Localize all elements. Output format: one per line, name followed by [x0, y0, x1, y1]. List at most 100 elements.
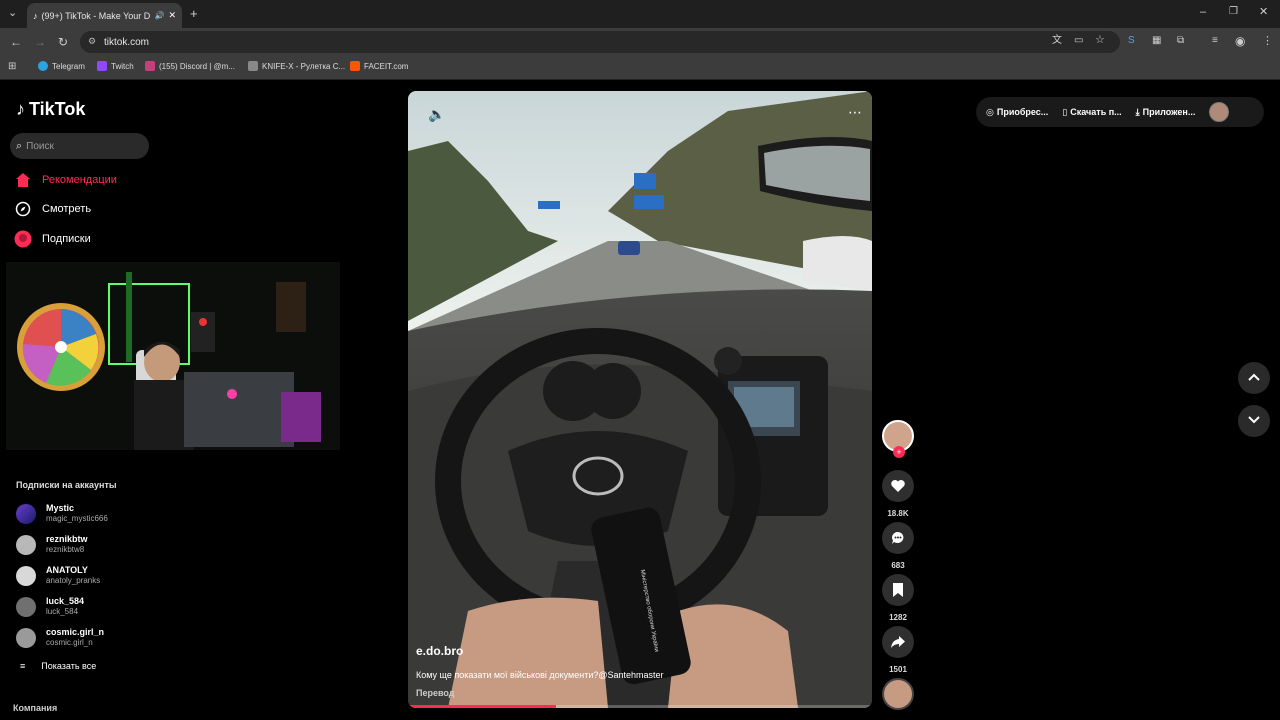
avatar: [16, 503, 36, 524]
like-count: 18.8K: [887, 509, 909, 518]
comment-count: 683: [891, 561, 905, 570]
extensions-puzzle-icon[interactable]: ⧉: [1177, 36, 1184, 46]
music-disc-icon: [882, 678, 914, 710]
comment-button[interactable]: 683: [882, 522, 914, 570]
account-item[interactable]: Mystic magic_mystic666: [16, 503, 108, 524]
chevron-up-icon: [1247, 369, 1261, 387]
avatar: [16, 627, 36, 648]
translate-link[interactable]: Перевод: [416, 688, 454, 698]
company-link[interactable]: Компания: [13, 703, 57, 713]
comment-icon: [882, 522, 914, 554]
account-item[interactable]: reznikbtw reznikbtw8: [16, 534, 88, 555]
reading-list-icon[interactable]: ≡: [1212, 36, 1218, 46]
save-button[interactable]: 1282: [882, 574, 914, 622]
sound-avatar[interactable]: [882, 678, 914, 710]
address-bar: ← → ↻ ⚙ tiktok.com 文 ▭ ☆ S ▦ ⧉ ≡ ◉ ⋮: [0, 28, 1280, 56]
download-icon: ⤓: [1135, 106, 1140, 117]
following-accounts-title: Подписки на аккаунты: [16, 480, 117, 490]
bookmark-telegram[interactable]: Telegram: [38, 61, 85, 71]
video-caption: Кому ще показати мої військові документи…: [416, 670, 664, 680]
share-button[interactable]: 1501: [882, 626, 914, 674]
tab-close-icon[interactable]: ✕: [168, 10, 182, 21]
mute-icon: 🔈: [428, 107, 445, 123]
apps-grid-icon[interactable]: ⊞: [8, 62, 16, 72]
show-all-button[interactable]: ≡ Показать все: [20, 661, 96, 671]
telegram-icon: [38, 61, 48, 71]
bookmark-knifex[interactable]: KNIFE-X - Рулетка С...: [248, 61, 345, 71]
avatar: [16, 596, 36, 617]
new-tab-icon[interactable]: +: [190, 7, 198, 20]
avatar: [16, 534, 36, 555]
like-button[interactable]: 18.8K: [882, 470, 914, 518]
window-close-icon[interactable]: ✕: [1259, 7, 1268, 18]
twitch-icon: [97, 61, 107, 71]
video-progress-fill: [408, 705, 557, 708]
bookmarks-bar: ⊞ Telegram Twitch (155) Discord | @m... …: [0, 56, 1280, 80]
account-item[interactable]: cosmic.girl_n cosmic.girl_n: [16, 627, 104, 648]
creator-avatar[interactable]: +: [882, 420, 914, 458]
cast-icon[interactable]: ▭: [1074, 36, 1083, 46]
next-video-button[interactable]: [1238, 405, 1270, 437]
account-item[interactable]: luck_584 luck_584: [16, 596, 84, 617]
follow-plus-icon[interactable]: +: [893, 446, 905, 458]
minimize-icon[interactable]: –: [1200, 7, 1206, 18]
url-text: tiktok.com: [104, 36, 150, 48]
tiktok-note-icon: ♪: [16, 99, 25, 119]
knifex-icon: [248, 61, 258, 71]
faceit-icon: [350, 61, 360, 71]
tiktok-page: ♪ TikTok ⌕ Поиск Рекомендации Смотреть П…: [0, 81, 1280, 720]
account-item[interactable]: ANATOLY anatoly_pranks: [16, 565, 100, 586]
restore-icon[interactable]: ❐: [1229, 7, 1238, 17]
share-count: 1501: [889, 665, 907, 674]
back-icon[interactable]: ←: [10, 36, 22, 48]
bookmark-twitch[interactable]: Twitch: [97, 61, 134, 71]
avatar: [16, 565, 36, 586]
bookmark-icon: [882, 574, 914, 606]
bookmark-faceit[interactable]: FACEIT.com: [350, 61, 408, 71]
profile-avatar[interactable]: [1209, 102, 1230, 122]
phone-icon: ▯: [1062, 106, 1068, 117]
following-avatar-icon: [14, 230, 32, 248]
compass-icon: [14, 200, 32, 218]
tiktok-logo[interactable]: ♪ TikTok: [16, 99, 85, 120]
video-frame: Міністерство оборони України 🔈 ⋯: [408, 91, 872, 708]
heart-icon: [882, 470, 914, 502]
buy-coins-button[interactable]: ◎ Приобрес...: [986, 107, 1048, 118]
coin-icon: ◎: [986, 106, 994, 117]
chevron-down-icon: [1247, 412, 1261, 430]
video-author[interactable]: e.do.bro: [416, 644, 463, 658]
forward-icon[interactable]: →: [34, 36, 46, 48]
nav-following[interactable]: Подписки: [14, 230, 91, 248]
bookmark-discord[interactable]: (155) Discord | @m...: [145, 61, 235, 71]
browser-tab-bar: ⌄ ♪ (99+) TikTok - Make Your Da 🔊 ✕ + – …: [0, 0, 1280, 28]
reload-icon[interactable]: ↻: [58, 36, 68, 48]
download-app-button[interactable]: ▯ Скачать п...: [1062, 107, 1121, 118]
extension-box-icon[interactable]: ▦: [1152, 36, 1161, 46]
menu-dots-icon[interactable]: ⋮: [1262, 36, 1273, 47]
video-player[interactable]: Міністерство оборони України 🔈 ⋯ e.do.br…: [408, 91, 872, 708]
app-button[interactable]: ⤓ Приложен...: [1136, 107, 1196, 118]
top-actions-bar: ◎ Приобрес... ▯ Скачать п... ⤓ Приложен...: [976, 97, 1264, 127]
video-progress-bar[interactable]: [408, 705, 872, 708]
browser-tab[interactable]: ♪ (99+) TikTok - Make Your Da 🔊 ✕: [27, 3, 182, 28]
save-count: 1282: [889, 613, 907, 622]
profile-icon[interactable]: ◉: [1235, 35, 1245, 47]
tab-title: (99+) TikTok - Make Your Da: [41, 10, 151, 21]
more-options-icon: ⋯: [848, 105, 862, 121]
url-field[interactable]: ⚙ tiktok.com: [80, 31, 1120, 53]
nav-explore[interactable]: Смотреть: [14, 200, 91, 218]
home-icon: [14, 171, 32, 189]
extension-s-icon[interactable]: S: [1128, 36, 1135, 46]
bookmark-star-icon[interactable]: ☆: [1095, 35, 1105, 46]
tab-list-icon[interactable]: ⌄: [8, 8, 17, 19]
site-info-icon[interactable]: ⚙: [88, 36, 96, 47]
search-input[interactable]: ⌕ Поиск: [10, 133, 149, 159]
share-icon: [882, 626, 914, 658]
previous-video-button[interactable]: [1238, 362, 1270, 394]
webcam-overlay: [6, 262, 340, 450]
list-icon: ≡: [20, 661, 26, 671]
nav-recommendations[interactable]: Рекомендации: [14, 171, 117, 189]
translate-icon[interactable]: 文: [1052, 36, 1062, 46]
speaker-icon[interactable]: 🔊: [154, 11, 164, 20]
search-icon: ⌕: [16, 139, 23, 152]
